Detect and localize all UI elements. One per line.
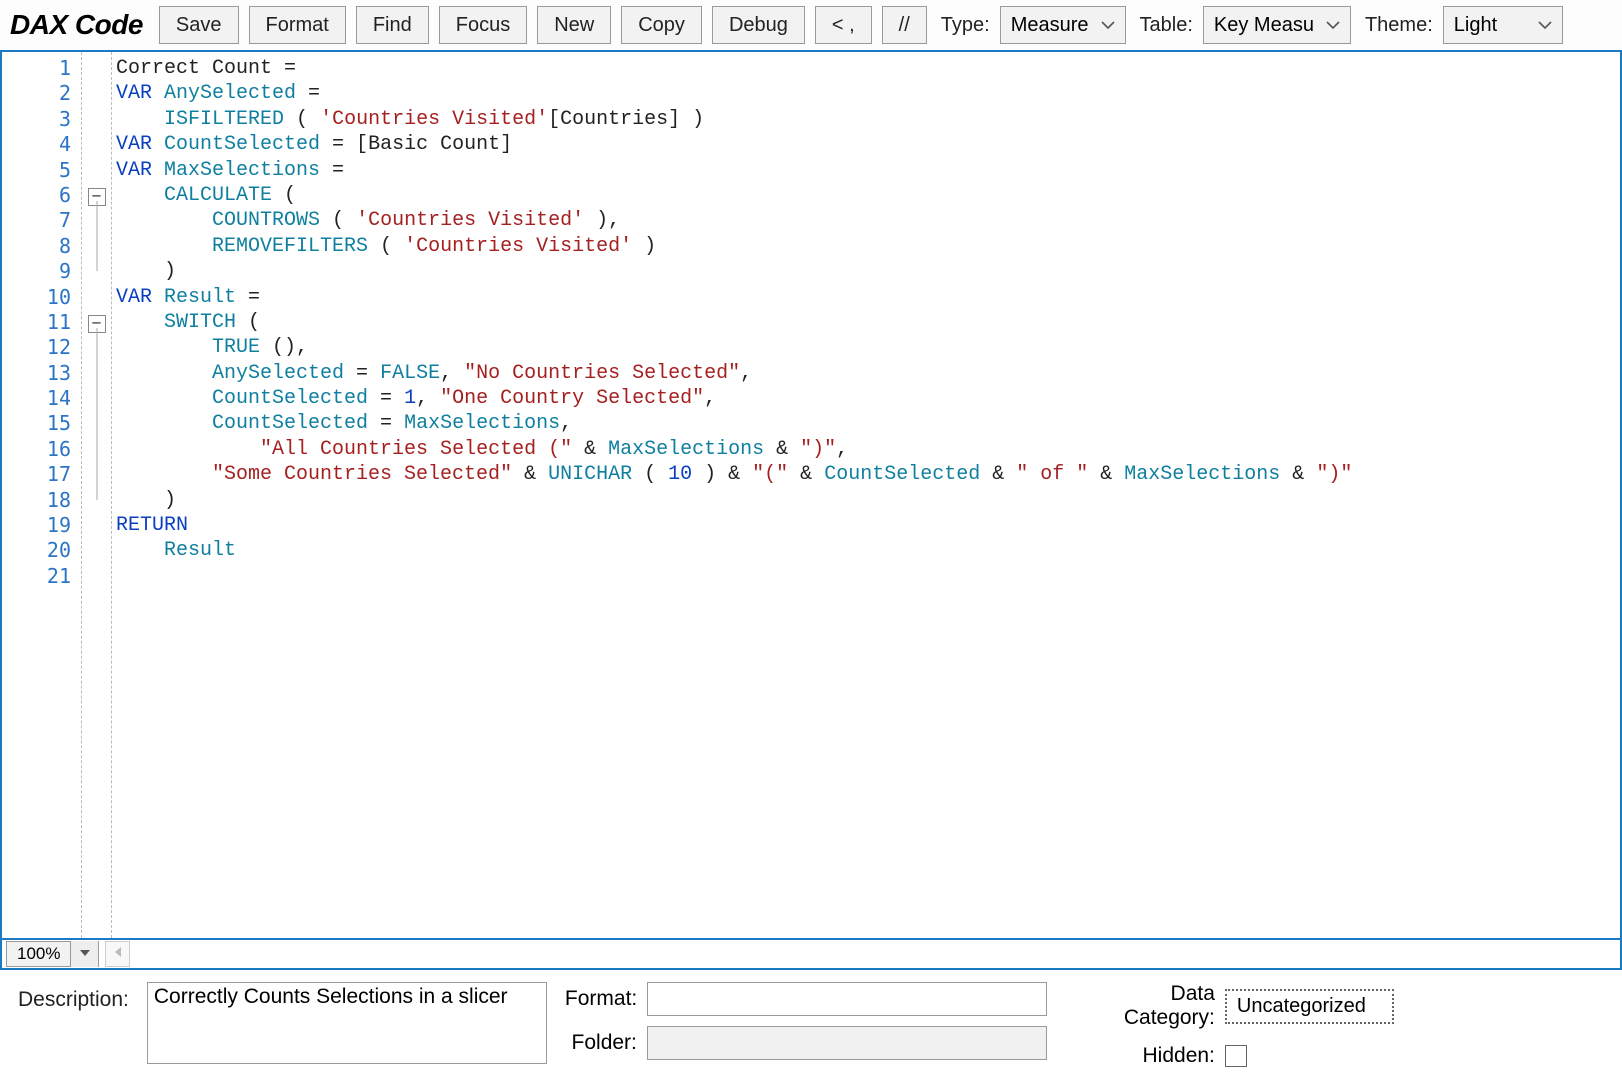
code-line[interactable]: VAR CountSelected = [Basic Count]: [112, 132, 1620, 157]
new-button[interactable]: New: [537, 6, 611, 44]
code-line[interactable]: Correct Count =: [112, 56, 1620, 81]
app-title: DAX Code: [8, 9, 149, 41]
line-number: 11: [2, 310, 81, 335]
scroll-left-button[interactable]: [105, 941, 130, 967]
line-number: 17: [2, 462, 81, 487]
line-number: 8: [2, 234, 81, 259]
code-line[interactable]: "Some Countries Selected" & UNICHAR ( 10…: [112, 462, 1620, 487]
description-label: Description:: [18, 982, 129, 1012]
line-number: 13: [2, 361, 81, 386]
code-area[interactable]: Correct Count =VAR AnySelected = ISFILTE…: [112, 52, 1620, 938]
triangle-down-icon: [79, 945, 91, 963]
folder-label: Folder:: [565, 1031, 637, 1055]
data-category-select[interactable]: Uncategorized: [1225, 989, 1394, 1024]
code-line[interactable]: REMOVEFILTERS ( 'Countries Visited' ): [112, 234, 1620, 259]
triangle-left-icon: [113, 945, 123, 963]
code-line[interactable]: AnySelected = FALSE, "No Countries Selec…: [112, 361, 1620, 386]
line-number: 9: [2, 259, 81, 284]
fold-gutter: −−: [82, 52, 112, 938]
line-number: 14: [2, 386, 81, 411]
code-line[interactable]: VAR AnySelected =: [112, 81, 1620, 106]
line-number: 7: [2, 208, 81, 233]
code-line[interactable]: ISFILTERED ( 'Countries Visited'[Countri…: [112, 107, 1620, 132]
line-number: 19: [2, 513, 81, 538]
status-bar: 100%: [0, 938, 1622, 970]
table-select[interactable]: Key Measu: [1203, 6, 1351, 44]
line-number: 3: [2, 107, 81, 132]
line-number: 15: [2, 411, 81, 436]
chevron-down-icon: [1538, 20, 1552, 30]
debug-button[interactable]: Debug: [712, 6, 805, 44]
code-line[interactable]: [112, 564, 1620, 589]
line-number: 10: [2, 285, 81, 310]
code-line[interactable]: SWITCH (: [112, 310, 1620, 335]
theme-value: Light: [1454, 14, 1497, 37]
type-label: Type:: [941, 14, 990, 37]
zoom-dropdown-button[interactable]: [70, 941, 98, 967]
find-button[interactable]: Find: [356, 6, 429, 44]
table-value: Key Measu: [1214, 14, 1314, 37]
code-line[interactable]: CALCULATE (: [112, 183, 1620, 208]
data-category-label: Data Category:: [1075, 982, 1215, 1030]
line-number: 5: [2, 158, 81, 183]
type-value: Measure: [1011, 14, 1089, 37]
comment-button[interactable]: //: [882, 6, 927, 44]
code-line[interactable]: COUNTROWS ( 'Countries Visited' ),: [112, 208, 1620, 233]
theme-select[interactable]: Light: [1443, 6, 1563, 44]
comma-button[interactable]: < ,: [815, 6, 872, 44]
line-number: 4: [2, 132, 81, 157]
toolbar: DAX Code Save Format Find Focus New Copy…: [0, 0, 1622, 52]
type-select[interactable]: Measure: [1000, 6, 1126, 44]
zoom-control[interactable]: 100%: [6, 941, 99, 967]
code-line[interactable]: TRUE (),: [112, 335, 1620, 360]
folder-input[interactable]: [647, 1026, 1047, 1060]
line-number: 1: [2, 56, 81, 81]
code-line[interactable]: RETURN: [112, 513, 1620, 538]
save-button[interactable]: Save: [159, 6, 239, 44]
table-label: Table:: [1140, 14, 1193, 37]
line-number: 18: [2, 488, 81, 513]
theme-label: Theme:: [1365, 14, 1433, 37]
copy-button[interactable]: Copy: [621, 6, 702, 44]
properties-panel: Description: Format: Folder: Data Catego…: [0, 970, 1622, 1080]
line-number: 6: [2, 183, 81, 208]
zoom-value: 100%: [7, 944, 70, 964]
line-number: 12: [2, 335, 81, 360]
line-number-gutter: 123456789101112131415161718192021: [2, 52, 82, 938]
code-line[interactable]: ): [112, 259, 1620, 284]
code-line[interactable]: CountSelected = 1, "One Country Selected…: [112, 386, 1620, 411]
code-line[interactable]: Result: [112, 538, 1620, 563]
format-input[interactable]: [647, 982, 1047, 1016]
line-number: 16: [2, 437, 81, 462]
description-input[interactable]: [147, 982, 547, 1064]
line-number: 20: [2, 538, 81, 563]
code-line[interactable]: CountSelected = MaxSelections,: [112, 411, 1620, 436]
line-number: 2: [2, 81, 81, 106]
format-label: Format:: [565, 987, 637, 1011]
code-line[interactable]: VAR MaxSelections =: [112, 158, 1620, 183]
code-line[interactable]: VAR Result =: [112, 285, 1620, 310]
code-editor[interactable]: 123456789101112131415161718192021 −− Cor…: [0, 52, 1622, 938]
chevron-down-icon: [1101, 20, 1115, 30]
focus-button[interactable]: Focus: [439, 6, 527, 44]
code-line[interactable]: "All Countries Selected (" & MaxSelectio…: [112, 437, 1620, 462]
hidden-label: Hidden:: [1075, 1044, 1215, 1068]
line-number: 21: [2, 564, 81, 589]
hidden-checkbox[interactable]: [1225, 1045, 1247, 1067]
code-line[interactable]: ): [112, 488, 1620, 513]
format-button[interactable]: Format: [249, 6, 346, 44]
chevron-down-icon: [1326, 20, 1340, 30]
